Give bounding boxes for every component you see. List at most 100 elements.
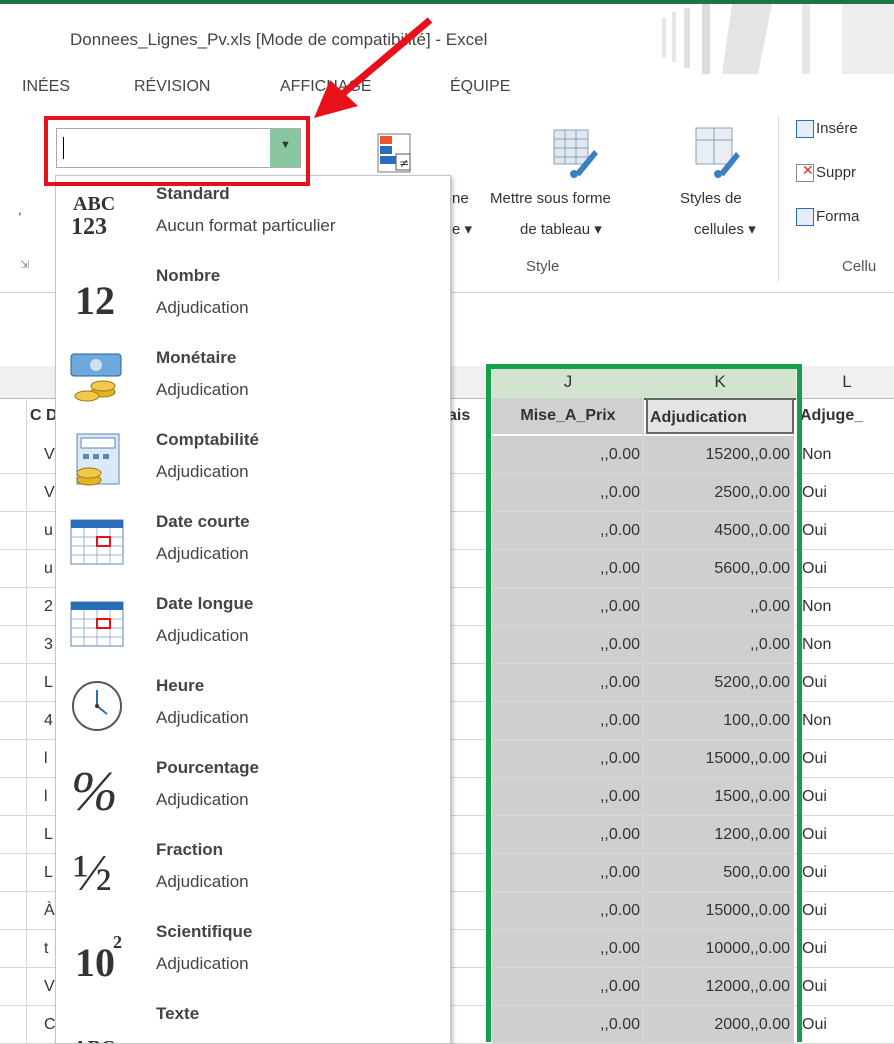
clock-icon xyxy=(62,674,132,738)
column-gridline xyxy=(26,398,27,1042)
cell-adjuge[interactable]: Oui xyxy=(800,816,894,853)
cell-adjuge[interactable]: Oui xyxy=(800,968,894,1005)
format-item-name: Scientifique xyxy=(156,922,253,941)
tab-equipe[interactable]: ÉQUIPE xyxy=(450,78,510,96)
format-item-name: Fraction xyxy=(156,840,224,859)
fraction-glyph: ½ xyxy=(73,845,112,900)
cell-adjuge[interactable]: Oui xyxy=(800,892,894,929)
format-item-sample: Adjudication xyxy=(156,872,249,891)
cell-adjuge[interactable]: Oui xyxy=(800,854,894,891)
scientific-base-glyph: 10 xyxy=(75,940,115,982)
percent-glyph: % xyxy=(71,761,118,818)
format-item-name: Standard xyxy=(156,184,230,203)
format-item-date-courte[interactable]: Date courte Adjudication xyxy=(56,504,450,586)
cell-adjuge[interactable]: Oui xyxy=(800,474,894,511)
insert-cells-icon[interactable] xyxy=(796,120,814,138)
cell-adjuge[interactable]: Oui xyxy=(800,550,894,587)
header-cell-adjuge[interactable]: Adjuge_ xyxy=(800,398,894,434)
format-item-name: Monétaire xyxy=(156,348,237,367)
delete-cells-icon[interactable]: ✕ xyxy=(796,162,814,182)
style-group-label: Style xyxy=(526,258,560,275)
conditional-formatting-label-2[interactable]: e ▾ xyxy=(452,220,472,238)
cell-adjuge[interactable]: Non xyxy=(800,436,894,473)
abc-glyph: ABC xyxy=(73,193,115,215)
cell-adjuge[interactable]: Oui xyxy=(800,664,894,701)
format-item-sample: Adjudication xyxy=(156,544,249,563)
format-item-name: Pourcentage xyxy=(156,758,259,777)
highlight-green-box xyxy=(486,364,802,1042)
format-item-name: Date longue xyxy=(156,594,254,613)
svg-text:≠: ≠ xyxy=(399,156,409,170)
group-divider xyxy=(778,116,779,282)
calendar-icon xyxy=(62,510,132,574)
cell-adjuge[interactable]: Oui xyxy=(800,1006,894,1043)
cell-adjuge[interactable]: Non xyxy=(800,626,894,663)
text-abc-glyph: ABC xyxy=(73,1037,115,1044)
format-cells-label[interactable]: Forma xyxy=(816,208,859,225)
cell-styles-label-1[interactable]: Styles de xyxy=(680,190,742,207)
digits-glyph: 123 xyxy=(71,214,107,240)
scientific-exponent-glyph: 2 xyxy=(113,932,122,952)
cell-adjuge[interactable]: Oui xyxy=(800,740,894,777)
format-item-texte[interactable]: ABC Texte xyxy=(56,996,450,1044)
format-item-sample: Adjudication xyxy=(156,626,249,645)
delete-cells-label[interactable]: Suppr xyxy=(816,164,856,181)
column-header-l[interactable]: L xyxy=(800,366,894,398)
format-item-sample: Adjudication xyxy=(156,708,249,727)
scientific-icon: 10 2 xyxy=(62,920,132,984)
format-item-sample: Adjudication xyxy=(156,380,249,399)
format-as-table-label-2[interactable]: de tableau ▾ xyxy=(520,220,602,238)
currency-icon xyxy=(62,346,132,410)
cell-adjuge[interactable]: Oui xyxy=(800,512,894,549)
conditional-formatting-label[interactable]: ne xyxy=(452,190,469,207)
cell-styles-icon[interactable] xyxy=(694,126,742,180)
conditional-formatting-icon[interactable]: ≠ xyxy=(376,132,412,174)
highlight-red-box xyxy=(44,116,310,186)
format-item-comptabilit-[interactable]: Comptabilité Adjudication xyxy=(56,422,450,504)
format-item-name: Heure xyxy=(156,676,205,695)
cell-adjuge[interactable]: Oui xyxy=(800,930,894,967)
format-cells-icon[interactable] xyxy=(796,208,814,226)
accounting-icon xyxy=(62,428,132,492)
format-as-table-icon[interactable] xyxy=(552,128,600,180)
format-item-sample: Adjudication xyxy=(156,954,249,973)
tab-revision[interactable]: RÉVISION xyxy=(134,78,210,96)
ribbon-left-fragment: , xyxy=(18,202,22,217)
cells-group-label: Cellu xyxy=(842,258,877,275)
format-item-fraction[interactable]: ½ Fraction Adjudication xyxy=(56,832,450,914)
cell-styles-label-2[interactable]: cellules ▾ xyxy=(694,220,756,238)
format-item-heure[interactable]: Heure Adjudication xyxy=(56,668,450,750)
twelve-glyph: 12 xyxy=(75,278,115,323)
format-item-scientifique[interactable]: 10 2 Scientifique Adjudication xyxy=(56,914,450,996)
header-cell-i[interactable]: ais xyxy=(448,398,488,434)
format-item-date-longue[interactable]: Date longue Adjudication xyxy=(56,586,450,668)
calendar-icon xyxy=(62,592,132,656)
format-item-name: Texte xyxy=(156,1004,200,1023)
format-item-name: Date courte xyxy=(156,512,250,531)
format-item-mon-taire[interactable]: Monétaire Adjudication xyxy=(56,340,450,422)
format-item-nombre[interactable]: 12 Nombre Adjudication xyxy=(56,258,450,340)
abc-123-icon: ABC 123 xyxy=(62,182,132,246)
format-item-sample: Aucun format particulier xyxy=(156,216,336,235)
format-item-sample: Adjudication xyxy=(156,462,249,481)
cell-adjuge[interactable]: Non xyxy=(800,588,894,625)
number-12-icon: 12 xyxy=(62,264,132,328)
insert-cells-label[interactable]: Insére xyxy=(816,120,858,137)
number-format-dropdown: ABC 123 Standard Aucun format particulier 12… xyxy=(55,175,451,1044)
cell-adjuge[interactable]: Non xyxy=(800,702,894,739)
format-item-pourcentage[interactable]: % Pourcentage Adjudication xyxy=(56,750,450,832)
percent-icon: % xyxy=(62,756,132,820)
tab-donnees[interactable]: INÉES xyxy=(22,78,70,96)
format-item-name: Nombre xyxy=(156,266,221,285)
fraction-icon: ½ xyxy=(62,838,132,902)
background-picture xyxy=(662,4,894,74)
format-item-sample: Adjudication xyxy=(156,298,249,317)
format-item-name: Comptabilité xyxy=(156,430,259,449)
format-item-sample: Adjudication xyxy=(156,790,249,809)
format-as-table-label-1[interactable]: Mettre sous forme xyxy=(490,190,611,207)
red-arrow-annotation xyxy=(314,17,433,118)
format-item-standard[interactable]: ABC 123 Standard Aucun format particulier xyxy=(56,176,450,258)
dialog-launcher-icon[interactable]: ⇲ xyxy=(20,258,29,271)
cell-adjuge[interactable]: Oui xyxy=(800,778,894,815)
text-abc-icon: ABC xyxy=(62,1002,132,1044)
